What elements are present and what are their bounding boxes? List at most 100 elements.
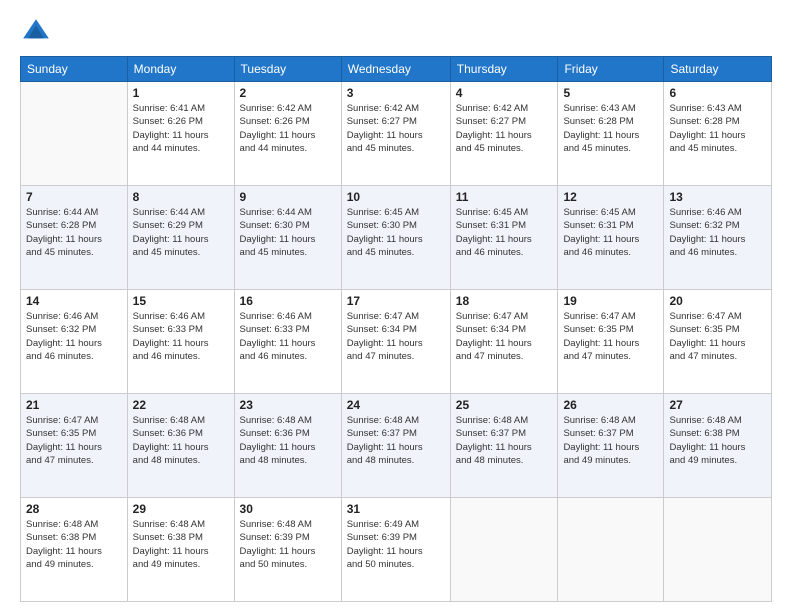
day-number: 28: [26, 502, 122, 516]
day-number: 5: [563, 86, 658, 100]
day-info: Sunrise: 6:47 AMSunset: 6:34 PMDaylight:…: [456, 310, 553, 363]
logo-icon: [20, 16, 52, 48]
calendar-cell: 26 Sunrise: 6:48 AMSunset: 6:37 PMDayligh…: [558, 394, 664, 498]
day-number: 25: [456, 398, 553, 412]
day-info: Sunrise: 6:43 AMSunset: 6:28 PMDaylight:…: [563, 102, 658, 155]
day-number: 20: [669, 294, 766, 308]
calendar: SundayMondayTuesdayWednesdayThursdayFrid…: [20, 56, 772, 602]
calendar-cell: 16 Sunrise: 6:46 AMSunset: 6:33 PMDayligh…: [234, 290, 341, 394]
calendar-cell: 23 Sunrise: 6:48 AMSunset: 6:36 PMDayligh…: [234, 394, 341, 498]
calendar-cell: 10 Sunrise: 6:45 AMSunset: 6:30 PMDayligh…: [341, 186, 450, 290]
day-number: 30: [240, 502, 336, 516]
day-header-saturday: Saturday: [664, 57, 772, 82]
calendar-cell: [21, 82, 128, 186]
day-info: Sunrise: 6:43 AMSunset: 6:28 PMDaylight:…: [669, 102, 766, 155]
calendar-cell: 19 Sunrise: 6:47 AMSunset: 6:35 PMDayligh…: [558, 290, 664, 394]
day-number: 22: [133, 398, 229, 412]
day-number: 21: [26, 398, 122, 412]
day-info: Sunrise: 6:47 AMSunset: 6:34 PMDaylight:…: [347, 310, 445, 363]
calendar-cell: 22 Sunrise: 6:48 AMSunset: 6:36 PMDayligh…: [127, 394, 234, 498]
day-info: Sunrise: 6:42 AMSunset: 6:26 PMDaylight:…: [240, 102, 336, 155]
day-info: Sunrise: 6:41 AMSunset: 6:26 PMDaylight:…: [133, 102, 229, 155]
calendar-cell: 13Sunrise: 6:46 AMSunset: 6:32 PMDayligh…: [664, 186, 772, 290]
calendar-week-row: 7 Sunrise: 6:44 AMSunset: 6:28 PMDaylight…: [21, 186, 772, 290]
calendar-cell: 17 Sunrise: 6:47 AMSunset: 6:34 PMDayligh…: [341, 290, 450, 394]
day-info: Sunrise: 6:48 AMSunset: 6:38 PMDaylight:…: [26, 518, 122, 571]
calendar-cell: 21Sunrise: 6:47 AMSunset: 6:35 PMDayligh…: [21, 394, 128, 498]
day-info: Sunrise: 6:44 AMSunset: 6:30 PMDaylight:…: [240, 206, 336, 259]
calendar-cell: 7 Sunrise: 6:44 AMSunset: 6:28 PMDaylight…: [21, 186, 128, 290]
calendar-cell: 25 Sunrise: 6:48 AMSunset: 6:37 PMDayligh…: [450, 394, 558, 498]
day-number: 24: [347, 398, 445, 412]
day-number: 16: [240, 294, 336, 308]
day-header-tuesday: Tuesday: [234, 57, 341, 82]
day-number: 11: [456, 190, 553, 204]
day-info: Sunrise: 6:44 AMSunset: 6:28 PMDaylight:…: [26, 206, 122, 259]
calendar-week-row: 21Sunrise: 6:47 AMSunset: 6:35 PMDayligh…: [21, 394, 772, 498]
calendar-cell: 28 Sunrise: 6:48 AMSunset: 6:38 PMDayligh…: [21, 498, 128, 602]
day-number: 29: [133, 502, 229, 516]
calendar-cell: 2 Sunrise: 6:42 AMSunset: 6:26 PMDaylight…: [234, 82, 341, 186]
calendar-cell: 29 Sunrise: 6:48 AMSunset: 6:38 PMDayligh…: [127, 498, 234, 602]
calendar-cell: 12Sunrise: 6:45 AMSunset: 6:31 PMDayligh…: [558, 186, 664, 290]
calendar-cell: 20Sunrise: 6:47 AMSunset: 6:35 PMDayligh…: [664, 290, 772, 394]
day-number: 17: [347, 294, 445, 308]
day-info: Sunrise: 6:49 AMSunset: 6:39 PMDaylight:…: [347, 518, 445, 571]
day-info: Sunrise: 6:48 AMSunset: 6:37 PMDaylight:…: [456, 414, 553, 467]
day-number: 2: [240, 86, 336, 100]
calendar-cell: 18 Sunrise: 6:47 AMSunset: 6:34 PMDayligh…: [450, 290, 558, 394]
day-info: Sunrise: 6:48 AMSunset: 6:36 PMDaylight:…: [133, 414, 229, 467]
day-number: 4: [456, 86, 553, 100]
day-number: 14: [26, 294, 122, 308]
calendar-week-row: 14 Sunrise: 6:46 AMSunset: 6:32 PMDayligh…: [21, 290, 772, 394]
day-info: Sunrise: 6:45 AMSunset: 6:30 PMDaylight:…: [347, 206, 445, 259]
calendar-cell: 11Sunrise: 6:45 AMSunset: 6:31 PMDayligh…: [450, 186, 558, 290]
calendar-cell: 3Sunrise: 6:42 AMSunset: 6:27 PMDaylight…: [341, 82, 450, 186]
day-number: 26: [563, 398, 658, 412]
day-header-friday: Friday: [558, 57, 664, 82]
calendar-cell: 30 Sunrise: 6:48 AMSunset: 6:39 PMDayligh…: [234, 498, 341, 602]
day-number: 9: [240, 190, 336, 204]
calendar-week-row: 28 Sunrise: 6:48 AMSunset: 6:38 PMDayligh…: [21, 498, 772, 602]
day-info: Sunrise: 6:48 AMSunset: 6:37 PMDaylight:…: [347, 414, 445, 467]
header: [20, 16, 772, 48]
day-header-monday: Monday: [127, 57, 234, 82]
day-number: 15: [133, 294, 229, 308]
day-number: 7: [26, 190, 122, 204]
calendar-cell: 27Sunrise: 6:48 AMSunset: 6:38 PMDayligh…: [664, 394, 772, 498]
day-info: Sunrise: 6:46 AMSunset: 6:32 PMDaylight:…: [26, 310, 122, 363]
day-number: 12: [563, 190, 658, 204]
day-info: Sunrise: 6:48 AMSunset: 6:38 PMDaylight:…: [133, 518, 229, 571]
calendar-cell: 4 Sunrise: 6:42 AMSunset: 6:27 PMDaylight…: [450, 82, 558, 186]
day-info: Sunrise: 6:46 AMSunset: 6:33 PMDaylight:…: [240, 310, 336, 363]
calendar-cell: 1Sunrise: 6:41 AMSunset: 6:26 PMDaylight…: [127, 82, 234, 186]
day-number: 6: [669, 86, 766, 100]
calendar-cell: 14 Sunrise: 6:46 AMSunset: 6:32 PMDayligh…: [21, 290, 128, 394]
calendar-cell: 6 Sunrise: 6:43 AMSunset: 6:28 PMDaylight…: [664, 82, 772, 186]
day-header-thursday: Thursday: [450, 57, 558, 82]
day-info: Sunrise: 6:48 AMSunset: 6:38 PMDaylight:…: [669, 414, 766, 467]
day-number: 18: [456, 294, 553, 308]
day-info: Sunrise: 6:42 AMSunset: 6:27 PMDaylight:…: [456, 102, 553, 155]
calendar-cell: [450, 498, 558, 602]
day-number: 13: [669, 190, 766, 204]
logo: [20, 16, 56, 48]
calendar-cell: 8Sunrise: 6:44 AMSunset: 6:29 PMDaylight…: [127, 186, 234, 290]
day-number: 8: [133, 190, 229, 204]
calendar-cell: [558, 498, 664, 602]
day-info: Sunrise: 6:48 AMSunset: 6:39 PMDaylight:…: [240, 518, 336, 571]
calendar-week-row: 1Sunrise: 6:41 AMSunset: 6:26 PMDaylight…: [21, 82, 772, 186]
calendar-cell: 5 Sunrise: 6:43 AMSunset: 6:28 PMDaylight…: [558, 82, 664, 186]
day-info: Sunrise: 6:48 AMSunset: 6:36 PMDaylight:…: [240, 414, 336, 467]
day-number: 23: [240, 398, 336, 412]
day-info: Sunrise: 6:47 AMSunset: 6:35 PMDaylight:…: [563, 310, 658, 363]
calendar-cell: 24 Sunrise: 6:48 AMSunset: 6:37 PMDayligh…: [341, 394, 450, 498]
page: SundayMondayTuesdayWednesdayThursdayFrid…: [0, 0, 792, 612]
day-info: Sunrise: 6:48 AMSunset: 6:37 PMDaylight:…: [563, 414, 658, 467]
calendar-cell: [664, 498, 772, 602]
day-number: 10: [347, 190, 445, 204]
day-number: 31: [347, 502, 445, 516]
day-number: 3: [347, 86, 445, 100]
calendar-cell: 9 Sunrise: 6:44 AMSunset: 6:30 PMDaylight…: [234, 186, 341, 290]
day-number: 19: [563, 294, 658, 308]
